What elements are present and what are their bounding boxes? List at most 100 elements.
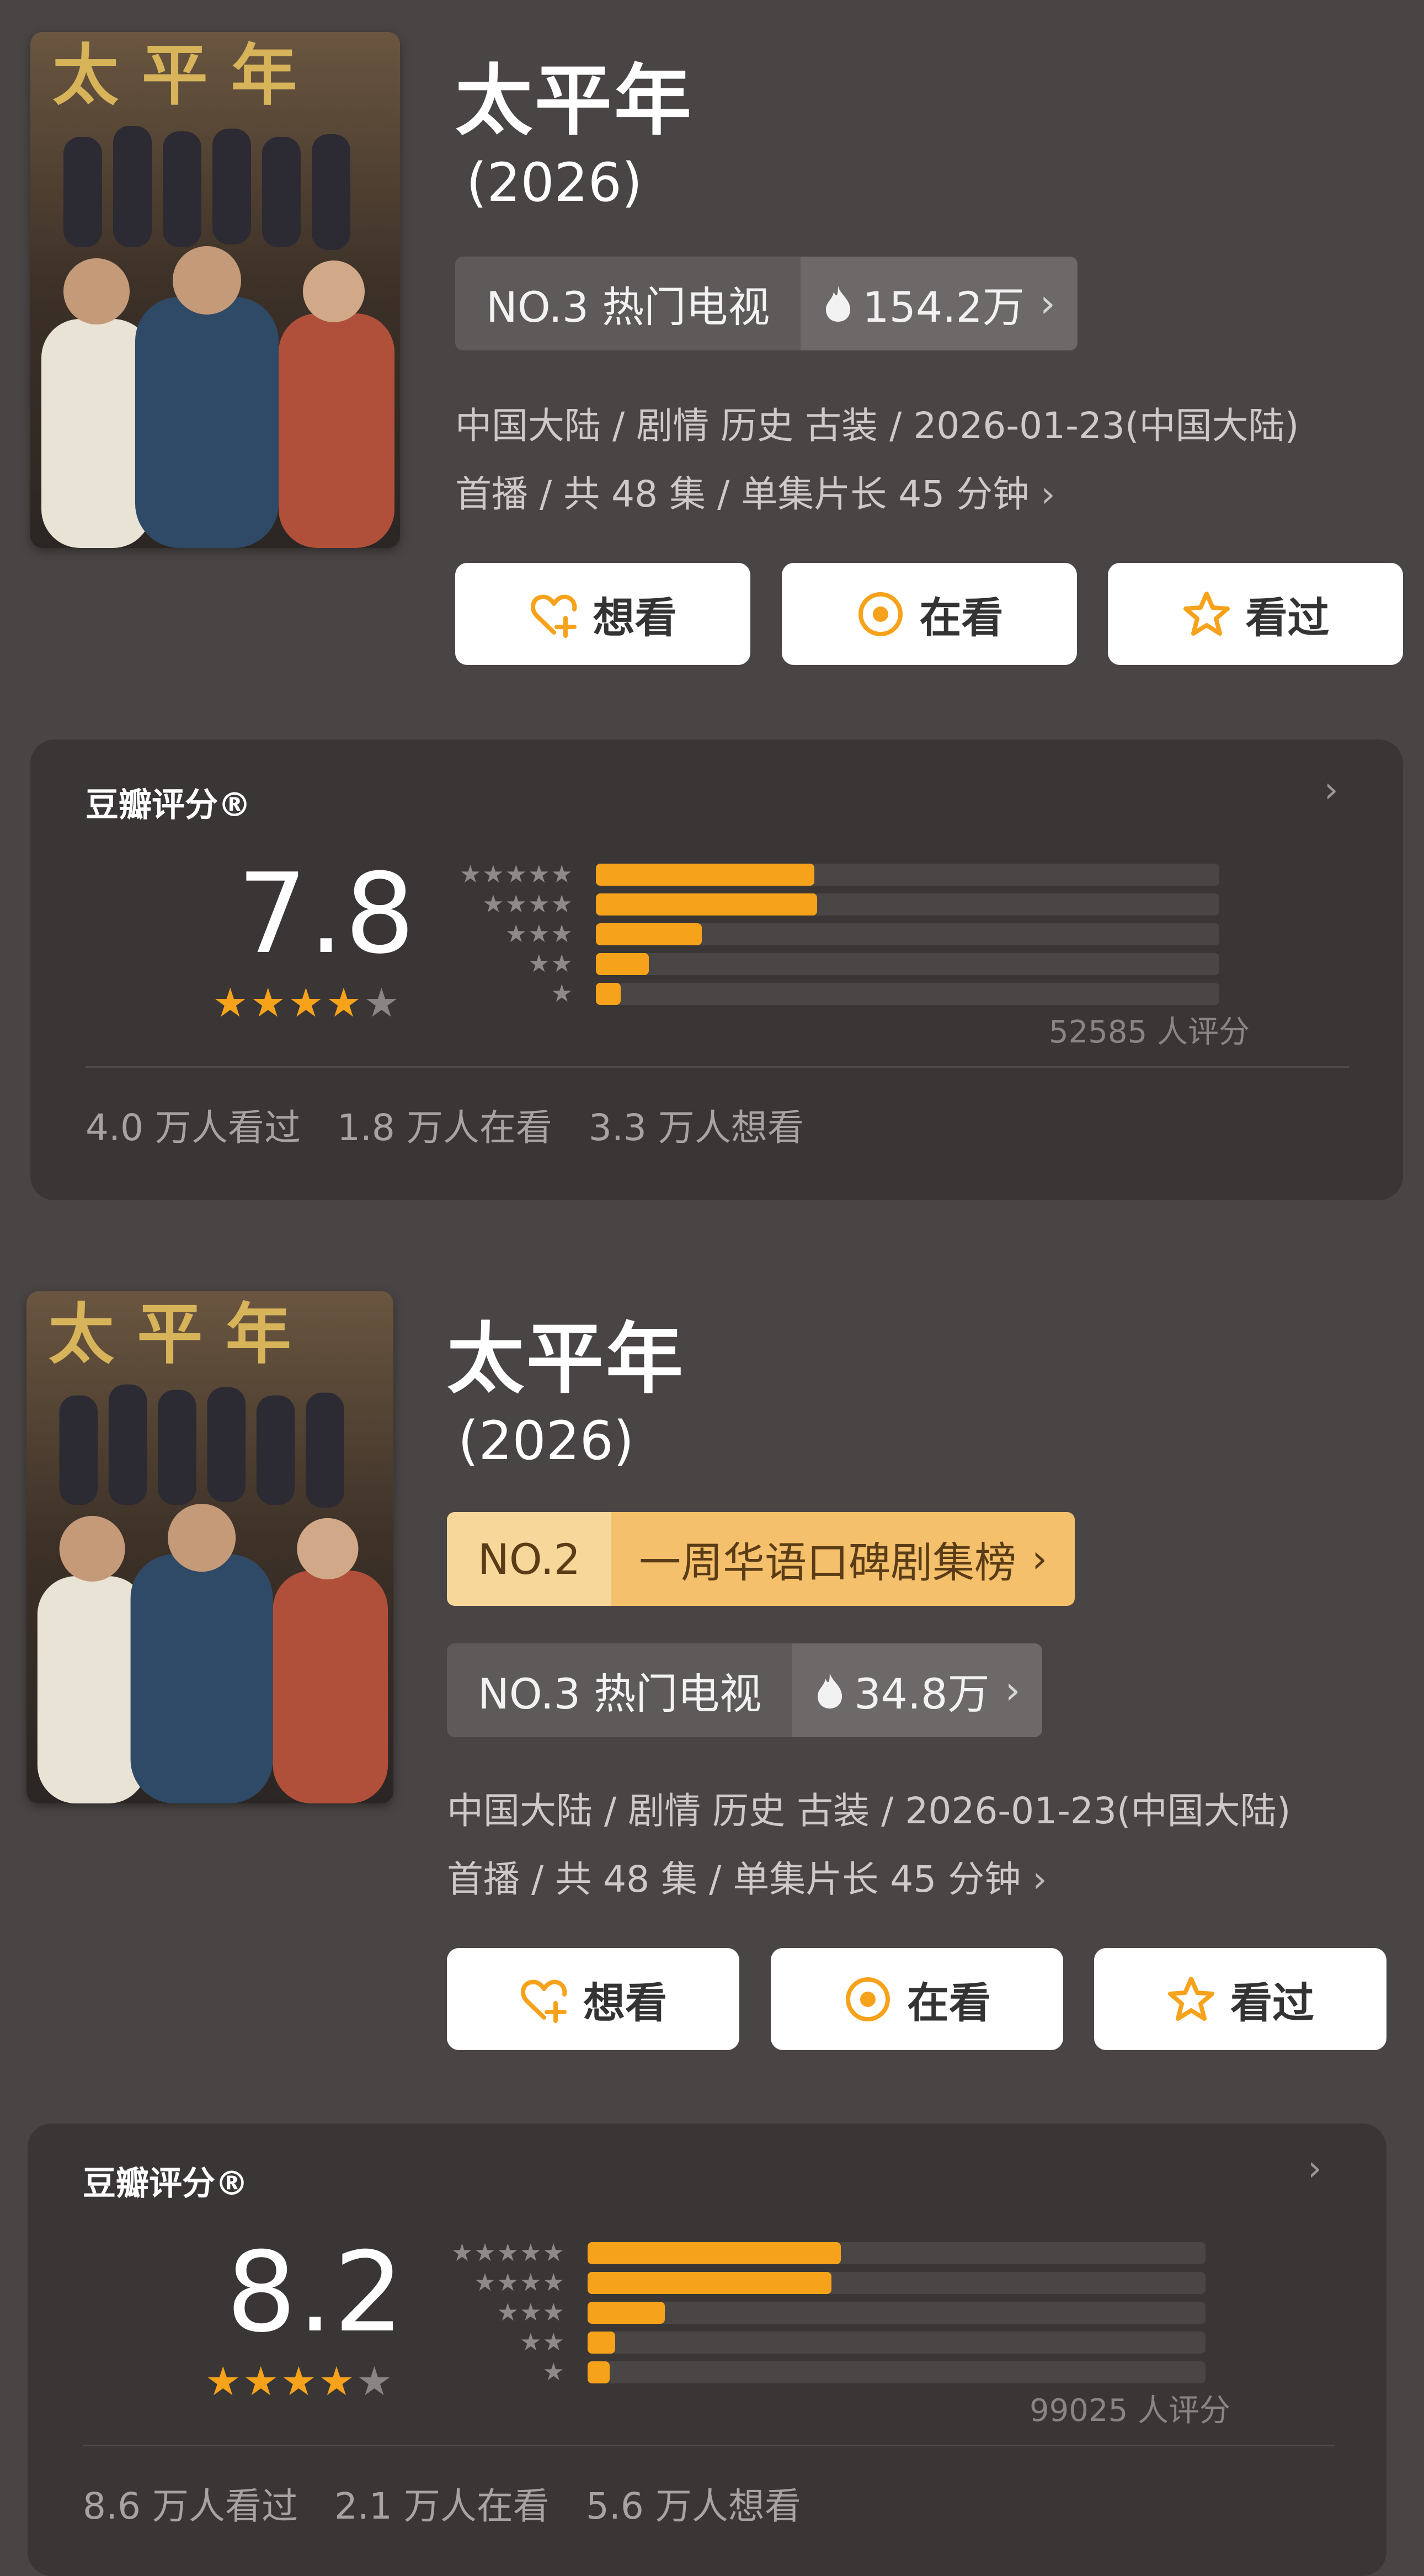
star-filled-icon: ★ — [318, 2358, 357, 2404]
svg-text:太 平 年: 太 平 年 — [49, 1296, 291, 1373]
poster-image[interactable]: 太 平 年 — [30, 32, 400, 548]
dist-bar-track — [596, 953, 1219, 975]
chevron-right-icon: › — [1039, 281, 1055, 326]
rating-card[interactable]: 豆瓣评分® › 7.8 ★★★★★ ★★★★★ ★★★★ ★★★ ★★ ★ 52585 … — [30, 739, 1403, 1200]
chevron-right-icon: › — [1032, 1858, 1047, 1901]
dist-bar-fill — [596, 983, 621, 1005]
meta-line-1: 中国大陆 / 剧情 历史 古装 / 2026-01-23(中国大陆) — [447, 1790, 1291, 1832]
dist-star-label: ★★★ — [505, 920, 574, 948]
show-title: 太平年 — [447, 1314, 686, 1404]
show-year: (2026) — [458, 1410, 634, 1472]
want-button[interactable]: 想看 — [447, 1948, 739, 2050]
hot-rank-chip[interactable]: NO.3 热门电视 154.2万 › — [455, 257, 1078, 350]
rating-card-title: 豆瓣评分® — [86, 786, 251, 824]
watch-counts: 8.6 万人看过 2.1 万人在看 5.6 万人想看 — [83, 2477, 801, 2530]
entry-1: 太 平 年 太平年 (2026) NO.3 热门电视 154.2万 › 中国大陆… — [0, 0, 1424, 1220]
dist-bar-fill — [596, 923, 702, 945]
weekly-rank-name: 一周华语口碑剧集榜 — [639, 1538, 1017, 1587]
meta-line-2: 首播 / 共 48 集 / 单集片长 45 分钟 — [455, 473, 1030, 515]
star-filled-icon: ★ — [281, 2358, 319, 2404]
watched-button[interactable]: 看过 — [1108, 563, 1403, 665]
want-button[interactable]: 想看 — [455, 563, 750, 665]
rating-votes: 52585 人评分 — [1049, 1014, 1250, 1050]
hot-rank-label: NO.3 热门电视 — [455, 257, 801, 350]
meta-line-2: 首播 / 共 48 集 / 单集片长 45 分钟 — [447, 1858, 1021, 1901]
rating-stars: ★★★★★ — [212, 980, 402, 1026]
show-year: (2026) — [466, 152, 643, 214]
hot-rank-chip[interactable]: NO.3 热门电视 34.8万 › — [447, 1643, 1043, 1737]
heart-plus-icon — [530, 594, 577, 638]
rating-score: 8.2 — [226, 2228, 406, 2357]
rating-stars: ★★★★★ — [205, 2358, 394, 2404]
chevron-right-icon: › — [1041, 473, 1055, 515]
watched-label: 看过 — [1230, 1978, 1314, 2027]
dist-bar-track — [596, 923, 1219, 945]
want-label: 想看 — [583, 1978, 667, 2027]
watched-button[interactable]: 看过 — [1094, 1948, 1386, 2050]
dist-bar-fill — [596, 953, 649, 975]
star-filled-icon: ★ — [205, 2358, 243, 2404]
dist-star-label: ★★ — [528, 950, 574, 978]
weekly-rank-list: 一周华语口碑剧集榜 › — [611, 1512, 1075, 1606]
dist-star-label: ★ — [542, 2358, 566, 2386]
svg-text:太 平 年: 太 平 年 — [52, 36, 297, 114]
dist-star-label: ★★★★★ — [459, 860, 574, 888]
watched-count[interactable]: 8.6 万人看过 — [83, 2477, 298, 2530]
dist-bar-fill — [588, 2302, 665, 2324]
poster-artwork: 太 平 年 — [26, 1291, 393, 1803]
want-count[interactable]: 3.3 万人想看 — [589, 1098, 804, 1151]
dist-bar-track — [588, 2242, 1206, 2264]
watched-count[interactable]: 4.0 万人看过 — [86, 1098, 301, 1151]
star-filled-icon: ★ — [326, 980, 364, 1026]
show-title: 太平年 — [455, 56, 694, 146]
dist-star-label: ★★★★ — [474, 2269, 566, 2297]
dist-star-label: ★★★★★ — [451, 2239, 566, 2267]
chevron-right-icon[interactable]: › — [1324, 770, 1338, 811]
hot-rank-label: NO.3 热门电视 — [447, 1643, 793, 1737]
flame-icon — [826, 285, 851, 322]
watched-label: 看过 — [1245, 593, 1330, 642]
dist-bar-fill — [588, 2332, 616, 2354]
star-empty-icon: ★ — [364, 980, 402, 1026]
dist-bar-track — [596, 864, 1219, 886]
heart-plus-icon — [521, 1979, 567, 2023]
chevron-right-icon: › — [1005, 1668, 1021, 1713]
dist-bar-track — [588, 2361, 1206, 2383]
want-count[interactable]: 5.6 万人想看 — [586, 2477, 801, 2530]
weekly-rank-number: NO.2 — [447, 1512, 612, 1606]
dist-bar-track — [588, 2272, 1206, 2294]
watching-button[interactable]: 在看 — [771, 1948, 1063, 2050]
dist-star-label: ★★★ — [497, 2298, 566, 2327]
rating-votes: 99025 人评分 — [1030, 2393, 1230, 2429]
weekly-rank-chip[interactable]: NO.2 一周华语口碑剧集榜 › — [447, 1512, 1075, 1606]
show-meta[interactable]: 中国大陆 / 剧情 历史 古装 / 2026-01-23(中国大陆) 首播 / … — [447, 1777, 1290, 1914]
watching-button[interactable]: 在看 — [782, 563, 1077, 665]
meta-line-1: 中国大陆 / 剧情 历史 古装 / 2026-01-23(中国大陆) — [455, 405, 1299, 447]
dist-bar-track — [588, 2302, 1206, 2324]
hot-count-value: 34.8万 — [854, 1669, 990, 1718]
rating-score: 7.8 — [237, 850, 417, 978]
dist-bar-fill — [596, 893, 818, 916]
rating-card-title: 豆瓣评分® — [83, 2164, 248, 2203]
hot-count: 154.2万 › — [801, 257, 1078, 350]
chevron-right-icon: › — [1032, 1536, 1048, 1582]
dist-bar-track — [596, 983, 1219, 1005]
chevron-right-icon[interactable]: › — [1308, 2148, 1322, 2189]
dist-bar-track — [588, 2332, 1206, 2354]
dist-star-label: ★ — [551, 980, 574, 1008]
rating-card[interactable]: 豆瓣评分® › 8.2 ★★★★★ ★★★★★ ★★★★ ★★★ ★★ ★ 99025 … — [28, 2123, 1386, 2576]
entry-2: 太 平 年 太平年 (2026) NO.2 一周华语口碑剧集榜 › NO.3 热… — [0, 1264, 1424, 2576]
watching-count[interactable]: 1.8 万人在看 — [337, 1098, 552, 1151]
poster-artwork: 太 平 年 — [30, 32, 400, 548]
show-meta[interactable]: 中国大陆 / 剧情 历史 古装 / 2026-01-23(中国大陆) 首播 / … — [455, 392, 1299, 529]
star-filled-icon: ★ — [288, 980, 326, 1026]
poster-image[interactable]: 太 平 年 — [26, 1291, 393, 1803]
dist-bar-fill — [588, 2242, 841, 2264]
card-divider — [86, 1066, 1349, 1068]
flame-icon — [818, 1672, 842, 1709]
star-outline-icon — [1168, 1976, 1214, 2021]
star-empty-icon: ★ — [356, 2358, 394, 2404]
watching-count[interactable]: 2.1 万人在看 — [334, 2477, 550, 2530]
target-icon — [846, 1977, 890, 2021]
watch-counts: 4.0 万人看过 1.8 万人在看 3.3 万人想看 — [86, 1098, 804, 1151]
